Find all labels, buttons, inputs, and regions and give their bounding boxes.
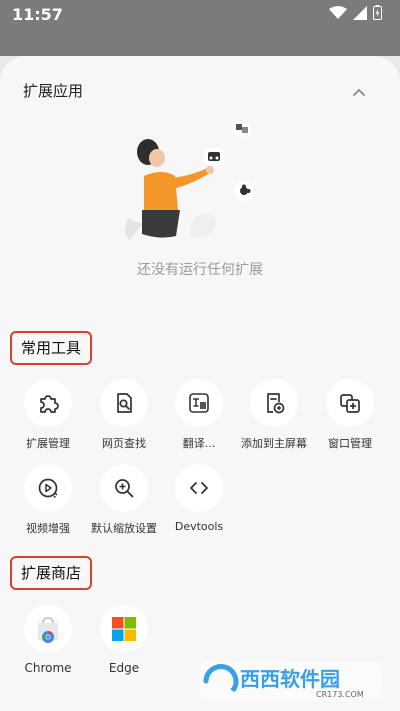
tool-icon-container [100, 464, 148, 512]
panel-title: 扩展应用 [23, 82, 84, 100]
status-bar: 11:57 [0, 0, 400, 56]
code-icon [190, 482, 208, 494]
tool-icon-container [24, 379, 72, 427]
tool-label: 视频增强 [26, 522, 70, 535]
video-enhance-icon [38, 478, 58, 499]
edge-store-icon [112, 617, 136, 641]
store-edge[interactable]: Edge [86, 605, 162, 675]
tool-label: 添加到主屏幕 [241, 437, 307, 450]
tool-icon-container [326, 379, 374, 427]
watermark-text: 西西软件园 [240, 667, 340, 691]
tool-window-manage[interactable]: 窗口管理 [312, 379, 388, 451]
tool-devtools[interactable]: Devtools [161, 464, 237, 533]
tool-label: 翻译... [182, 437, 216, 450]
add-to-home-icon [267, 393, 285, 414]
tool-translate[interactable]: 翻译... [161, 379, 237, 451]
puzzle-icon [40, 395, 59, 413]
page-search-icon [117, 393, 132, 413]
common-tools-title: 常用工具 [10, 331, 93, 365]
tool-icon-container [24, 605, 72, 653]
person-figure [125, 139, 216, 240]
tool-label: 扩展管理 [26, 437, 70, 450]
translate-bubble-icon [233, 121, 251, 137]
tool-label: 网页查找 [102, 437, 146, 450]
zoom-icon [115, 479, 134, 498]
status-icons [329, 5, 382, 20]
extension-store-title: 扩展商店 [10, 556, 93, 590]
tool-icon-container [250, 379, 298, 427]
extension-sheet: 扩展应用 还没有运行任何扩展 常用工具 扩展管理 网页查找 翻译... 添加到主… [0, 56, 400, 711]
store-label: Chrome [24, 661, 72, 675]
store-label: Edge [108, 661, 140, 675]
status-time: 11:57 [12, 5, 63, 24]
window-manage-icon [340, 394, 360, 413]
watermark-sub: CR173.COM [316, 690, 364, 699]
puzzle-bubble-icon [234, 181, 254, 201]
empty-state-illustration [125, 121, 254, 240]
empty-state-message: 还没有运行任何扩展 [137, 262, 263, 278]
tool-label: Devtools [174, 520, 224, 533]
tool-default-zoom[interactable]: 默认缩放设置 [86, 464, 162, 536]
translate-icon [189, 393, 209, 413]
tool-page-search[interactable]: 网页查找 [86, 379, 162, 451]
tool-icon-container [175, 464, 223, 512]
tool-extension-manage[interactable]: 扩展管理 [10, 379, 86, 451]
wifi-icon [329, 5, 347, 19]
tool-icon-container [24, 464, 72, 512]
chevron-up-icon[interactable] [350, 84, 368, 102]
tool-label: 默认缩放设置 [91, 522, 157, 535]
site-watermark-logo: 西西软件园 CR173.COM [200, 661, 382, 701]
store-chrome[interactable]: Chrome [10, 605, 86, 675]
battery-icon [373, 5, 382, 20]
signal-icon [353, 5, 367, 20]
tool-icon-container [175, 379, 223, 427]
tool-icon-container [100, 605, 148, 653]
tool-video-enhance[interactable]: 视频增强 [10, 464, 86, 536]
tool-icon-container [100, 379, 148, 427]
chrome-store-icon [38, 617, 58, 643]
window-bubble-icon [204, 148, 224, 166]
tool-add-to-home[interactable]: 添加到主屏幕 [236, 379, 312, 451]
tool-label: 窗口管理 [328, 437, 372, 450]
